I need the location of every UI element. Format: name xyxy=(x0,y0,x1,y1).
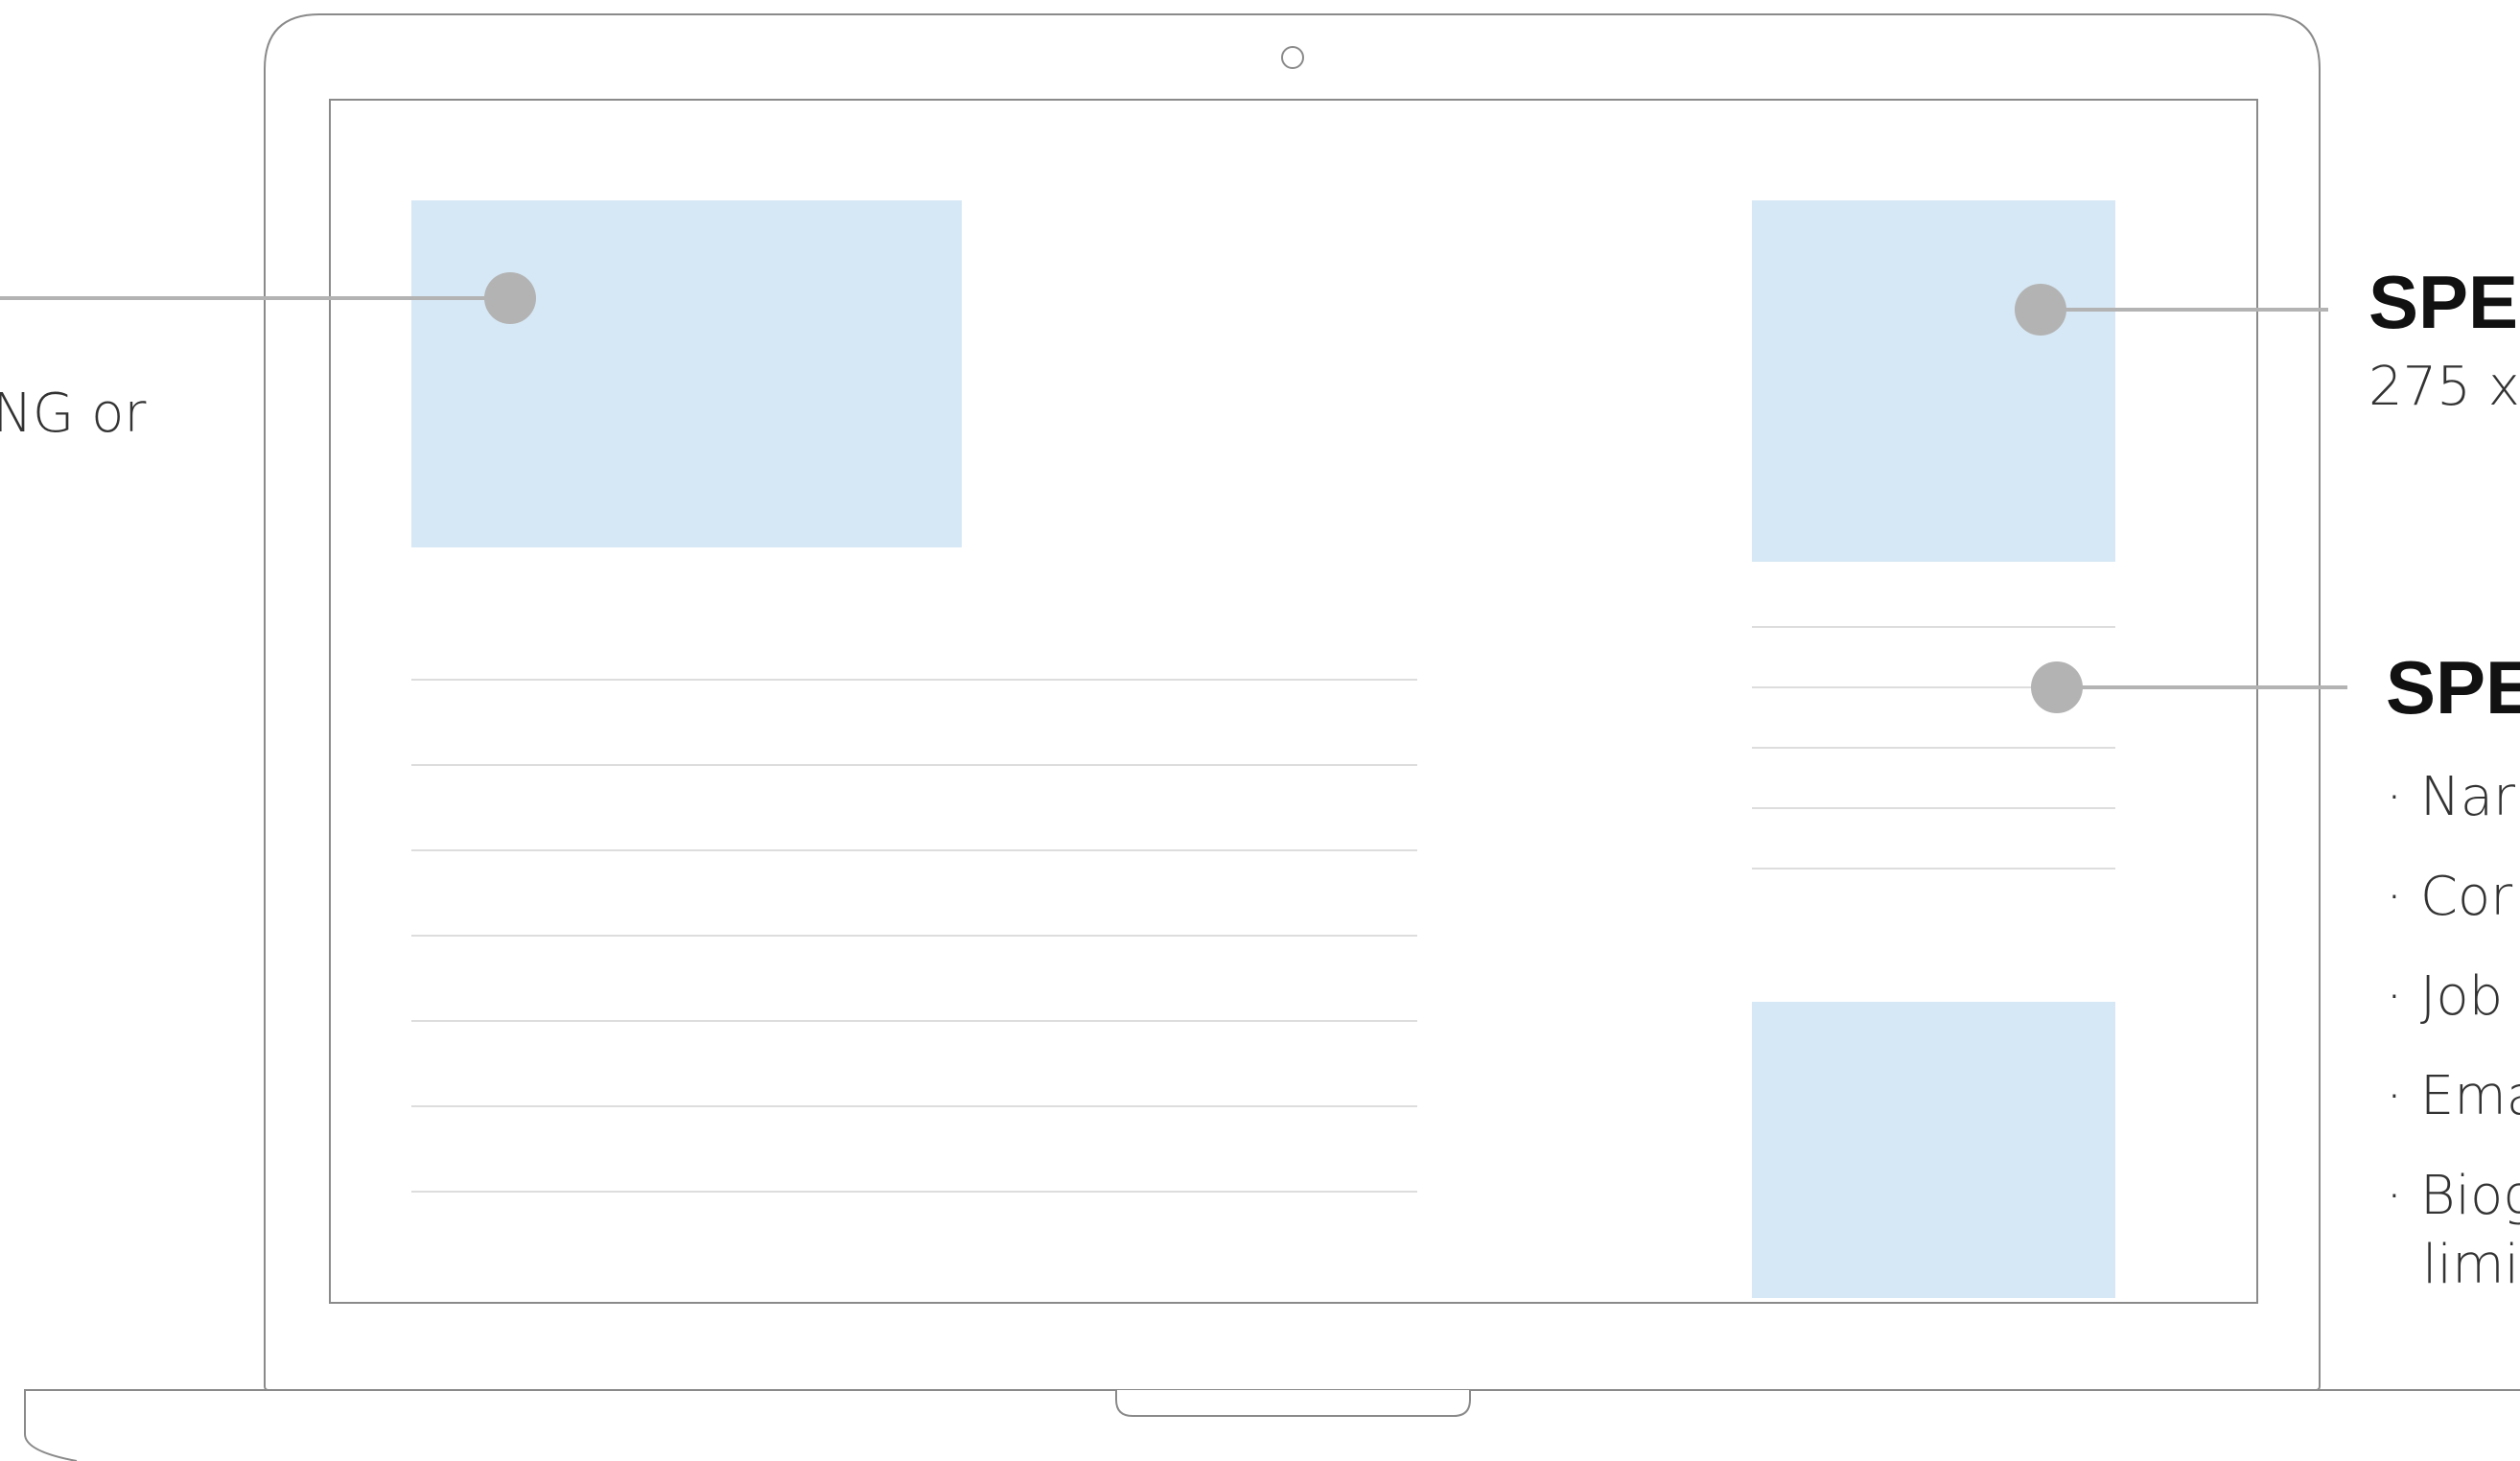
sidebar-image-placeholder xyxy=(1752,1002,2115,1298)
hero-image-placeholder xyxy=(411,200,962,547)
right-top-callout: SPE 275 x xyxy=(2368,259,2520,418)
right-mid-callout: SPE Nar Cor Job Ema Biog limi xyxy=(2386,644,2520,1296)
right-top-callout-text: 275 x xyxy=(2368,356,2520,418)
list-item: Cor xyxy=(2386,847,2520,947)
list-item: Biog xyxy=(2386,1147,2520,1246)
left-callout: NG or xyxy=(0,383,146,445)
right-mid-callout-list: Nar Cor Job Ema Biog limi xyxy=(2386,748,2520,1296)
connector-dot-left xyxy=(484,272,536,324)
list-item-continuation: limi xyxy=(2422,1234,2520,1296)
list-item: Ema xyxy=(2386,1047,2520,1147)
connector-dot-right-mid xyxy=(2031,661,2083,713)
right-mid-callout-title: SPE xyxy=(2386,645,2520,730)
speaker-photo-placeholder xyxy=(1752,200,2115,562)
left-callout-text: NG or xyxy=(0,383,147,445)
list-item: Nar xyxy=(2386,748,2520,847)
webcam-icon xyxy=(1281,46,1304,69)
right-top-callout-title: SPE xyxy=(2368,260,2519,344)
connector-dot-right-top xyxy=(2015,284,2066,336)
laptop-wireframe-diagram xyxy=(0,13,2520,1461)
list-item: Job xyxy=(2386,947,2520,1047)
laptop-hinge-notch xyxy=(1115,1390,1471,1417)
